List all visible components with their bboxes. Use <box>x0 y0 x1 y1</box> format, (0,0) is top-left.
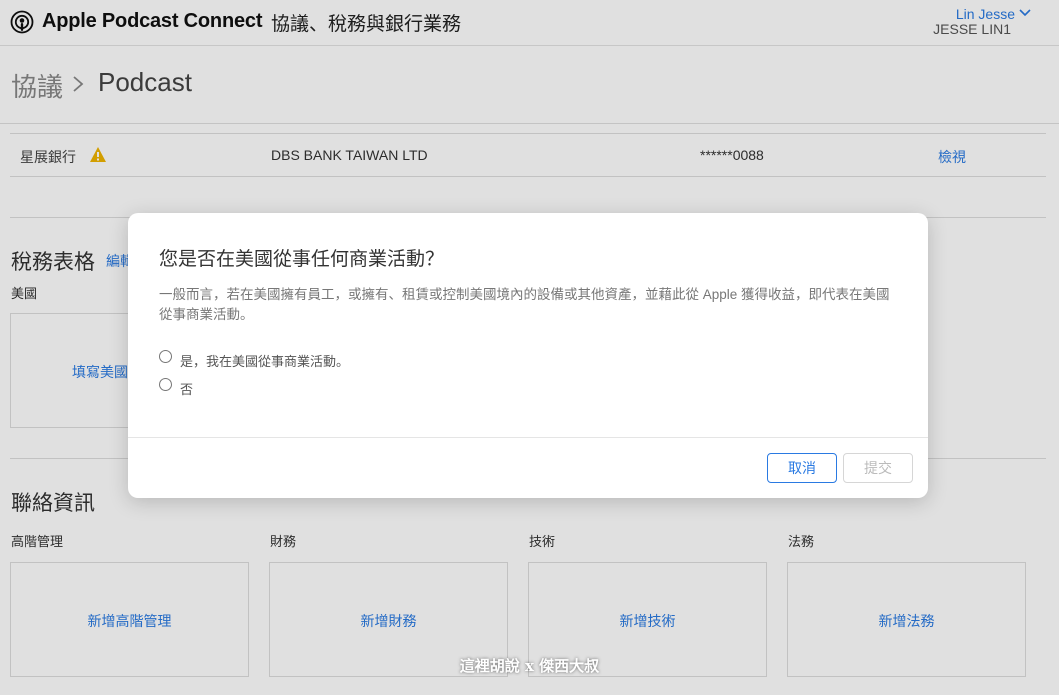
dialog-title: 您是否在美國從事任何商業活動？ <box>159 249 445 270</box>
cancel-button[interactable]: 取消 <box>767 453 837 483</box>
watermark: 這裡胡說 x 傑西大叔 <box>459 657 600 675</box>
dialog-description: 一般而言，若在美國擁有員工，或擁有、租賃或控制美國境內的設備或其他資產，並藉此從… <box>159 287 890 322</box>
dialog-footer-divider <box>128 437 928 438</box>
submit-button[interactable]: 提交 <box>843 453 913 483</box>
radio-no-label[interactable]: 否 <box>180 379 193 398</box>
us-business-activity-dialog: 您是否在美國從事任何商業活動？ 一般而言，若在美國擁有員工，或擁有、租賃或控制美… <box>128 213 928 498</box>
radio-yes[interactable] <box>159 350 172 363</box>
radio-yes-label[interactable]: 是，我在美國從事商業活動。 <box>180 351 349 370</box>
radio-no[interactable] <box>159 378 172 391</box>
